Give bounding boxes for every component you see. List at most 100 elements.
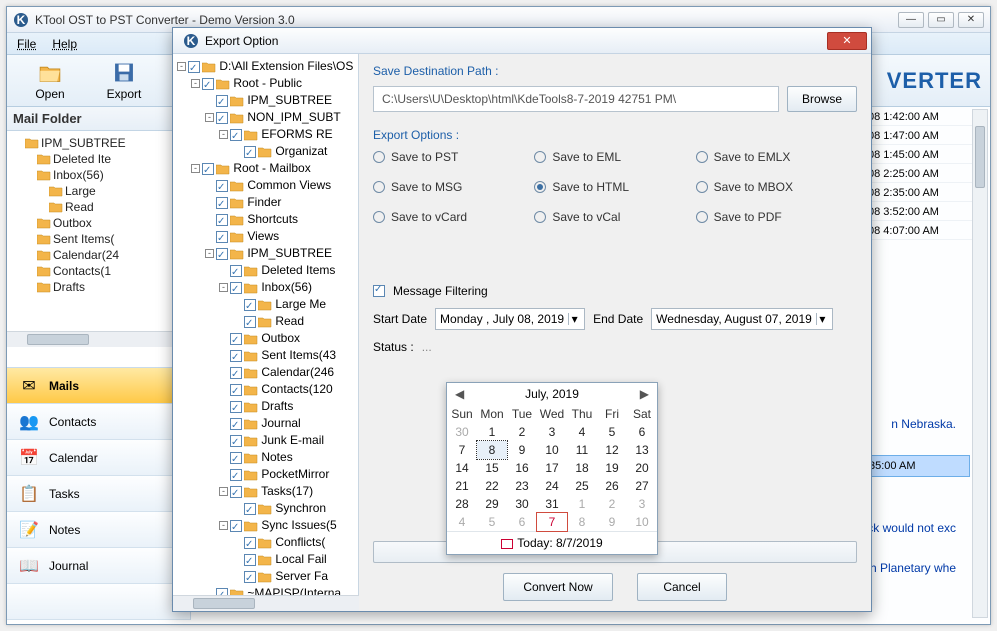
nav-mails[interactable]: ✉Mails bbox=[7, 368, 190, 404]
tree-checkbox[interactable] bbox=[244, 146, 256, 158]
cal-day[interactable]: 24 bbox=[537, 477, 567, 495]
tree-item-label[interactable]: Inbox(56) bbox=[53, 167, 104, 183]
dlg-tree-item[interactable]: Finder bbox=[177, 194, 356, 211]
mail-row[interactable]: 08 1:42:00 AM bbox=[862, 109, 988, 126]
radio-save-to-emlx[interactable]: Save to EMLX bbox=[696, 150, 857, 164]
tree-checkbox[interactable] bbox=[230, 350, 242, 362]
expand-icon[interactable]: - bbox=[219, 521, 228, 530]
tree-checkbox[interactable] bbox=[202, 163, 214, 175]
radio-save-to-vcard[interactable]: Save to vCard bbox=[373, 210, 534, 224]
cal-day[interactable]: 21 bbox=[447, 477, 477, 495]
dlg-tree-item[interactable]: Sent Items(43 bbox=[177, 347, 356, 364]
expand-icon[interactable]: - bbox=[205, 249, 214, 258]
radio-save-to-msg[interactable]: Save to MSG bbox=[373, 180, 534, 194]
nav-calendar[interactable]: 📅Calendar bbox=[7, 440, 190, 476]
cal-day[interactable]: 31 bbox=[537, 495, 567, 513]
nav-more[interactable]: » bbox=[7, 584, 190, 620]
dlg-tree-item[interactable]: Views bbox=[177, 228, 356, 245]
expand-icon[interactable]: - bbox=[191, 164, 200, 173]
dropdown-icon[interactable]: ▾ bbox=[816, 313, 828, 325]
end-date-picker[interactable]: Wednesday, August 07, 2019 ▾ bbox=[651, 308, 833, 330]
tree-checkbox[interactable] bbox=[230, 520, 242, 532]
tree-item-label[interactable]: Large bbox=[65, 183, 96, 199]
cal-day[interactable]: 12 bbox=[597, 441, 627, 459]
nav-journal[interactable]: 📖Journal bbox=[7, 548, 190, 584]
tree-checkbox[interactable] bbox=[230, 367, 242, 379]
tree-checkbox[interactable] bbox=[230, 418, 242, 430]
tree-checkbox[interactable] bbox=[202, 78, 214, 90]
tree-checkbox[interactable] bbox=[244, 554, 256, 566]
convert-now-button[interactable]: Convert Now bbox=[503, 573, 613, 601]
tree-item-label[interactable]: IPM_SUBTREE bbox=[41, 135, 126, 151]
cal-day[interactable]: 6 bbox=[507, 513, 537, 531]
expand-icon[interactable]: - bbox=[205, 113, 214, 122]
tree-checkbox[interactable] bbox=[216, 95, 228, 107]
dlg-tree-item[interactable]: - EFORMS RE bbox=[177, 126, 356, 143]
cal-day[interactable]: 10 bbox=[627, 513, 657, 531]
cancel-button[interactable]: Cancel bbox=[637, 573, 727, 601]
dlg-tree-item[interactable]: Junk E-mail bbox=[177, 432, 356, 449]
dlg-tree-item[interactable]: Shortcuts bbox=[177, 211, 356, 228]
dropdown-icon[interactable]: ▾ bbox=[568, 313, 580, 325]
cal-day[interactable]: 20 bbox=[627, 459, 657, 477]
cal-day[interactable]: 30 bbox=[507, 495, 537, 513]
dlg-tree-item[interactable]: Notes bbox=[177, 449, 356, 466]
nav-notes[interactable]: 📝Notes bbox=[7, 512, 190, 548]
menu-help[interactable]: Help bbox=[52, 37, 77, 51]
mail-row[interactable]: 08 1:45:00 AM bbox=[862, 147, 988, 164]
cal-next-button[interactable]: ▶ bbox=[640, 387, 649, 401]
tree-checkbox[interactable] bbox=[216, 180, 228, 192]
tree-checkbox[interactable] bbox=[216, 112, 228, 124]
cal-day[interactable]: 13 bbox=[627, 441, 657, 459]
tree-checkbox[interactable] bbox=[188, 61, 200, 73]
cal-day[interactable]: 11 bbox=[567, 441, 597, 459]
dlg-tree-item[interactable]: - IPM_SUBTREE bbox=[177, 245, 356, 262]
close-button[interactable]: ✕ bbox=[958, 12, 984, 28]
nav-contacts[interactable]: 👥Contacts bbox=[7, 404, 190, 440]
tree-checkbox[interactable] bbox=[216, 248, 228, 260]
tree-checkbox[interactable] bbox=[230, 129, 242, 141]
dlg-tree-item[interactable]: Outbox bbox=[177, 330, 356, 347]
tree-hscroll[interactable] bbox=[7, 331, 190, 347]
tree-checkbox[interactable] bbox=[230, 401, 242, 413]
dlg-tree-item[interactable]: - Root - Mailbox bbox=[177, 160, 356, 177]
cal-day[interactable]: 15 bbox=[477, 459, 507, 477]
folder-tree[interactable]: IPM_SUBTREEDeleted IteInbox(56)LargeRead… bbox=[7, 131, 190, 331]
tree-checkbox[interactable] bbox=[244, 571, 256, 583]
dlg-tree-item[interactable]: Local Fail bbox=[177, 551, 356, 568]
cal-day[interactable]: 18 bbox=[567, 459, 597, 477]
open-button[interactable]: Open bbox=[15, 57, 85, 104]
message-filtering-checkbox[interactable] bbox=[373, 285, 385, 297]
tree-checkbox[interactable] bbox=[244, 299, 256, 311]
cal-prev-button[interactable]: ◀ bbox=[455, 387, 464, 401]
dlg-tree-item[interactable]: Organizat bbox=[177, 143, 356, 160]
tree-checkbox[interactable] bbox=[230, 384, 242, 396]
cal-day[interactable]: 25 bbox=[567, 477, 597, 495]
tree-checkbox[interactable] bbox=[216, 231, 228, 243]
tree-item-label[interactable]: Sent Items( bbox=[53, 231, 114, 247]
tree-checkbox[interactable] bbox=[244, 537, 256, 549]
dlg-tree-item[interactable]: - Root - Public bbox=[177, 75, 356, 92]
dlg-tree-item[interactable]: Contacts(120 bbox=[177, 381, 356, 398]
mail-row[interactable]: 08 4:07:00 AM bbox=[862, 223, 988, 240]
cal-day[interactable]: 8 bbox=[567, 513, 597, 531]
radio-save-to-eml[interactable]: Save to EML bbox=[534, 150, 695, 164]
cal-day[interactable]: 7 bbox=[447, 441, 477, 459]
tree-item-label[interactable]: Deleted Ite bbox=[53, 151, 111, 167]
dlg-tree-item[interactable]: Conflicts( bbox=[177, 534, 356, 551]
dlg-tree-hscroll[interactable] bbox=[173, 595, 359, 611]
cal-day[interactable]: 2 bbox=[507, 423, 537, 441]
mail-row[interactable]: 08 2:25:00 AM bbox=[862, 166, 988, 183]
cal-day[interactable]: 27 bbox=[627, 477, 657, 495]
dlg-tree-item[interactable]: - Sync Issues(5 bbox=[177, 517, 356, 534]
radio-save-to-pst[interactable]: Save to PST bbox=[373, 150, 534, 164]
cal-day[interactable]: 22 bbox=[477, 477, 507, 495]
cal-day[interactable]: 7 bbox=[537, 513, 567, 531]
dlg-tree-item[interactable]: - Inbox(56) bbox=[177, 279, 356, 296]
dlg-tree-item[interactable]: Journal bbox=[177, 415, 356, 432]
dlg-tree-item[interactable]: Read bbox=[177, 313, 356, 330]
dlg-tree-item[interactable]: Large Me bbox=[177, 296, 356, 313]
dlg-tree-item[interactable]: IPM_SUBTREE bbox=[177, 92, 356, 109]
cal-day[interactable]: 28 bbox=[447, 495, 477, 513]
dialog-close-button[interactable]: ✕ bbox=[827, 32, 867, 50]
